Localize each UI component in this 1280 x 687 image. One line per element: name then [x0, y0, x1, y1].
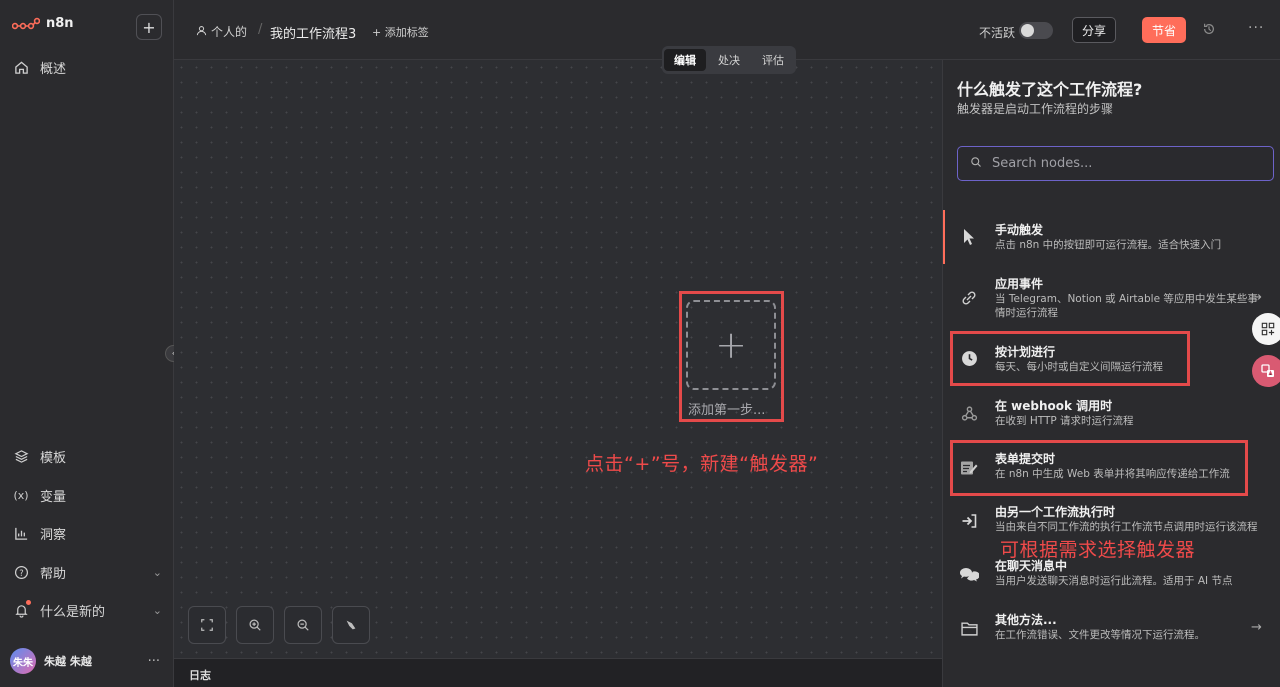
bell-icon — [12, 599, 31, 620]
sidebar-item-insights[interactable]: 洞察 — [12, 524, 162, 543]
add-first-step-button[interactable]: + — [686, 300, 776, 390]
active-status-label: 不活跃 — [979, 26, 1016, 40]
trigger-item-title: 手动触发 — [995, 223, 1044, 237]
sidebar-item-help[interactable]: ? 帮助 ⌄ — [12, 563, 162, 582]
trigger-item-desc: 在工作流错误、文件更改等情况下运行流程。 — [995, 629, 1205, 641]
workflow-canvas[interactable] — [174, 60, 942, 658]
folder-icon — [959, 618, 979, 638]
trigger-item-other[interactable]: 其他方法... 在工作流错误、文件更改等情况下运行流程。 → — [943, 604, 1280, 658]
layers-icon — [12, 448, 30, 466]
annotation-text-choose-trigger: 可根据需求选择触发器 — [1000, 539, 1196, 561]
chat-icon — [959, 564, 979, 584]
sidebar-item-label: 概述 — [40, 62, 67, 77]
trigger-item-title: 在 webhook 调用时 — [995, 399, 1113, 413]
chevron-down-icon: ⌄ — [152, 604, 162, 617]
avatar: 朱朱 — [10, 648, 36, 674]
log-label: 日志 — [189, 669, 211, 682]
sidebar-item-label: 什么是新的 — [40, 605, 106, 620]
sidebar-item-label: 帮助 — [40, 567, 67, 582]
sidebar-item-label: 模板 — [40, 451, 67, 466]
sidebar-item-label: 变量 — [40, 490, 67, 505]
annotation-box-schedule — [950, 331, 1190, 386]
more-menu-button[interactable]: ··· — [1248, 20, 1264, 36]
sidebar-item-overview[interactable]: 概述 — [12, 58, 162, 77]
trigger-item-desc: 点击 n8n 中的按钮即可运行流程。适合快速入门 — [995, 239, 1222, 251]
notification-dot — [26, 599, 31, 605]
search-nodes-field[interactable] — [957, 146, 1274, 181]
app-name: n8n — [46, 16, 74, 31]
add-tag-button[interactable]: + 添加标签 — [372, 24, 429, 40]
sidebar-item-whats-new[interactable]: 什么是新的 ⌄ — [12, 599, 162, 620]
tab-editor[interactable]: 编辑 — [664, 49, 706, 71]
sidebar-item-label: 洞察 — [40, 528, 67, 543]
active-toggle[interactable] — [1019, 22, 1053, 39]
arrow-right-icon: → — [1251, 620, 1262, 635]
floating-tools — [1252, 313, 1280, 397]
webhook-icon — [959, 403, 979, 423]
panel-subtitle: 触发器是启动工作流程的步骤 — [957, 102, 1114, 116]
sidebar-item-templates[interactable]: 模板 — [12, 447, 162, 466]
share-button[interactable]: 分享 — [1072, 17, 1116, 43]
app-logo[interactable]: n8n — [12, 16, 74, 31]
arrow-right-icon: → — [1251, 290, 1262, 305]
trigger-item-title: 其他方法... — [995, 613, 1057, 627]
history-icon[interactable] — [1202, 22, 1216, 40]
user-name: 朱越 朱越 — [44, 655, 92, 668]
cursor-icon — [959, 227, 979, 247]
annotation-text-click-plus: 点击“+”号，新建“触发器” — [585, 453, 819, 475]
more-icon[interactable]: ··· — [148, 654, 160, 669]
svg-text:?: ? — [19, 568, 23, 578]
app-event-icon — [959, 288, 979, 308]
view-tabs: 编辑 处决 评估 — [662, 46, 796, 74]
translate-icon[interactable] — [1252, 355, 1280, 387]
breadcrumb-owner-label: 个人的 — [211, 25, 248, 39]
trigger-item-app-event[interactable]: 应用事件 当 Telegram、Notion 或 Airtable 等应用中发生… — [943, 266, 1280, 326]
zoom-out-icon[interactable] — [284, 606, 322, 644]
tab-evaluations[interactable]: 评估 — [752, 49, 794, 71]
breadcrumb-separator: / — [258, 22, 263, 37]
chart-icon — [12, 525, 30, 543]
trigger-item-title: 由另一个工作流执行时 — [995, 505, 1116, 519]
sidebar-item-variables[interactable]: (x) 变量 — [12, 486, 162, 505]
variable-icon: (x) — [13, 489, 29, 502]
search-input[interactable] — [992, 156, 1252, 171]
trigger-item-desc: 当用户发送聊天消息时运行此流程。适用于 AI 节点 — [995, 575, 1233, 587]
canvas-controls — [188, 606, 370, 644]
annotation-box-form — [950, 440, 1248, 496]
search-icon — [970, 156, 982, 172]
trigger-item-manual[interactable]: 手动触发 点击 n8n 中的按钮即可运行流程。适合快速入门 — [943, 210, 1280, 264]
save-button[interactable]: 节省 — [1142, 17, 1186, 43]
create-button[interactable]: + — [136, 14, 162, 40]
workflow-name[interactable]: 我的工作流程3 — [270, 23, 356, 42]
grid-apps-icon[interactable] — [1252, 313, 1280, 345]
trigger-item-desc: 当 Telegram、Notion 或 Airtable 等应用中发生某些事情时… — [995, 293, 1258, 319]
log-panel-bar[interactable]: 日志 — [174, 658, 942, 687]
add-first-step-label: 添加第一步... — [688, 403, 766, 418]
home-icon — [12, 59, 30, 77]
user-icon — [196, 25, 207, 39]
trigger-item-title: 应用事件 — [995, 277, 1044, 291]
sidebar: n8n + 概述 模板 (x) 变量 洞察 ? 帮助 ⌄ 什么是新的 ⌄ 朱朱 … — [0, 0, 174, 687]
zoom-in-icon[interactable] — [236, 606, 274, 644]
n8n-logo-icon — [12, 17, 40, 29]
trigger-item-desc: 在收到 HTTP 请求时运行流程 — [995, 415, 1134, 427]
sign-in-icon — [959, 511, 979, 531]
user-menu[interactable]: 朱朱 朱越 朱越 ··· — [10, 648, 160, 674]
help-icon: ? — [12, 564, 30, 582]
panel-title: 什么触发了这个工作流程? — [957, 80, 1143, 99]
fit-view-icon[interactable] — [188, 606, 226, 644]
tidy-up-icon[interactable] — [332, 606, 370, 644]
trigger-item-desc: 当由来自不同工作流的执行工作流节点调用时运行该流程 — [995, 521, 1258, 533]
tab-executions[interactable]: 处决 — [708, 49, 750, 71]
chevron-down-icon: ⌄ — [152, 566, 162, 579]
breadcrumb-owner[interactable]: 个人的 — [196, 23, 247, 40]
trigger-item-webhook[interactable]: 在 webhook 调用时 在收到 HTTP 请求时运行流程 — [943, 386, 1280, 440]
